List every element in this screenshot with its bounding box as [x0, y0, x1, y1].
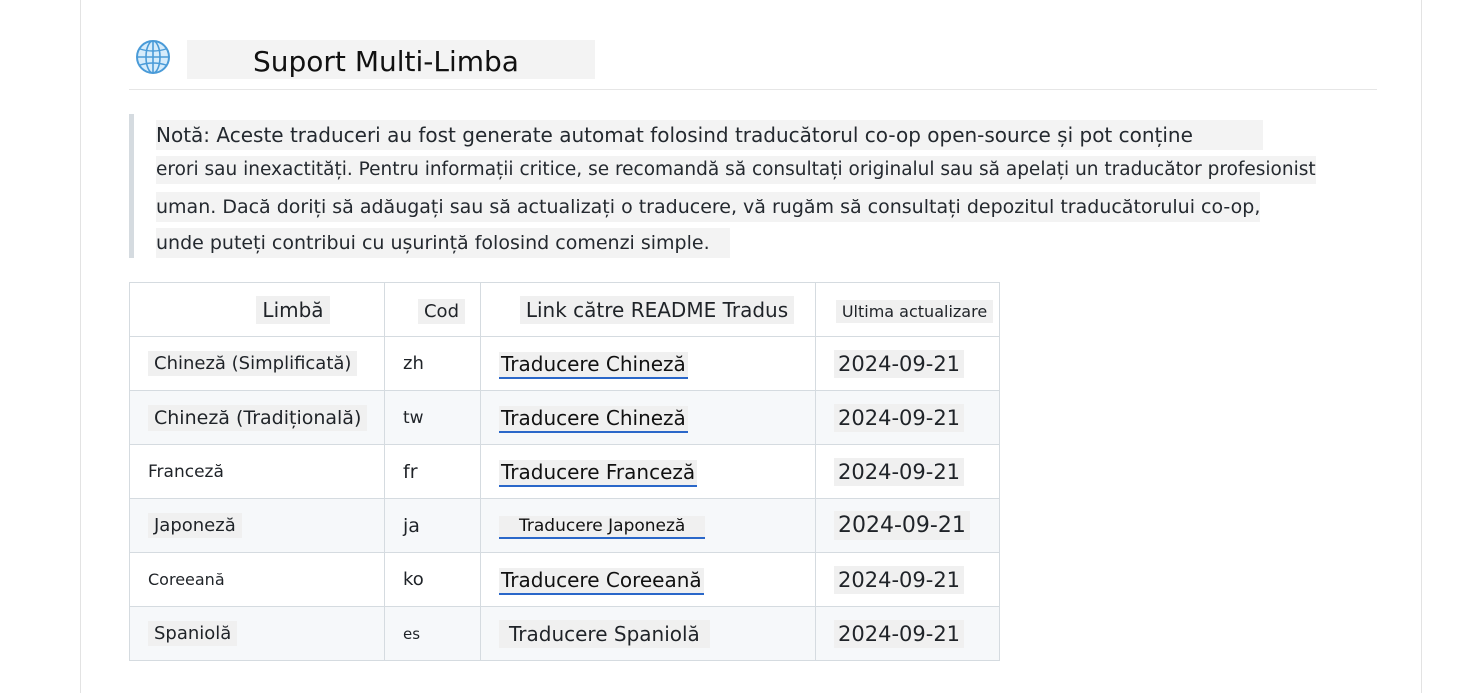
updated-cell: 2024-09-21 [815, 498, 1000, 553]
translation-link[interactable]: Traducere Chineză [499, 405, 688, 433]
note-line: uman. Dacă doriți să adăugați sau să act… [156, 192, 1261, 222]
readme-link-cell: Traducere Spaniolă [480, 606, 816, 661]
updated-cell: 2024-09-21 [815, 552, 1000, 607]
code-cell: ja [384, 498, 481, 553]
table-row: Spaniolă es Traducere Spaniolă 2024-09-2… [129, 606, 1000, 661]
document-page: Suport Multi-Limba Notă: Aceste traducer… [80, 0, 1422, 693]
header-link: Link către README Tradus [480, 282, 816, 337]
header-language: Limbă [129, 282, 385, 337]
language-cell: Chineză (Simplificată) [129, 336, 385, 391]
table-row: Chineză (Tradițională) tw Traducere Chin… [129, 390, 1000, 445]
language-cell: Franceză [129, 444, 385, 499]
section-heading: Suport Multi-Limba [129, 36, 1377, 90]
code-cell: ko [384, 552, 481, 607]
translation-link[interactable]: Traducere Japoneză [499, 515, 706, 539]
translation-note-blockquote: Notă: Aceste traduceri au fost generate … [129, 114, 1369, 258]
table-row: Japoneză ja Traducere Japoneză 2024-09-2… [129, 498, 1000, 553]
note-line: erori sau inexactități. Pentru informați… [156, 156, 1316, 184]
readme-link-cell: Traducere Chineză [480, 336, 816, 391]
table-header-row: Limbă Cod Link către README Tradus Ultim… [129, 282, 1000, 337]
page-title: Suport Multi-Limba [253, 45, 519, 78]
language-cell: Spaniolă [129, 606, 385, 661]
table-row: Chineză (Simplificată) zh Traducere Chin… [129, 336, 1000, 391]
translation-link[interactable]: Traducere Coreeană [499, 567, 704, 595]
languages-table: Limbă Cod Link către README Tradus Ultim… [129, 282, 1000, 661]
globe-icon [136, 40, 170, 74]
readme-link-cell: Traducere Franceză [480, 444, 816, 499]
updated-cell: 2024-09-21 [815, 390, 1000, 445]
code-cell: tw [384, 390, 481, 445]
language-cell: Chineză (Tradițională) [129, 390, 385, 445]
table-row: Coreeană ko Traducere Coreeană 2024-09-2… [129, 552, 1000, 607]
readme-link-cell: Traducere Chineză [480, 390, 816, 445]
readme-link-cell: Traducere Coreeană [480, 552, 816, 607]
code-cell: zh [384, 336, 481, 391]
translation-text: Traducere Spaniolă [499, 619, 710, 648]
updated-cell: 2024-09-21 [815, 606, 1000, 661]
language-cell: Japoneză [129, 498, 385, 553]
table-row: Franceză fr Traducere Franceză 2024-09-2… [129, 444, 1000, 499]
language-cell: Coreeană [129, 552, 385, 607]
translation-link[interactable]: Traducere Chineză [499, 351, 688, 379]
note-line: Notă: Aceste traduceri au fost generate … [156, 120, 1263, 150]
updated-cell: 2024-09-21 [815, 444, 1000, 499]
header-code: Cod [384, 282, 481, 337]
code-cell: es [384, 606, 481, 661]
updated-cell: 2024-09-21 [815, 336, 1000, 391]
header-updated: Ultima actualizare [815, 282, 1000, 337]
note-line: unde puteți contribui cu ușurință folosi… [156, 228, 730, 258]
readme-link-cell: Traducere Japoneză [480, 498, 816, 553]
code-cell: fr [384, 444, 481, 499]
translation-link[interactable]: Traducere Franceză [499, 459, 698, 487]
